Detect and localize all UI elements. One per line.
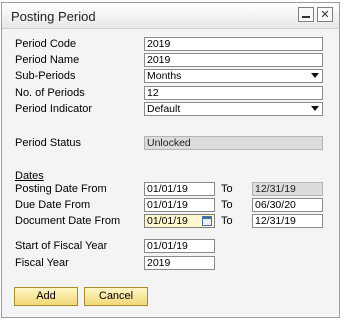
posting-to-label: To bbox=[221, 183, 233, 195]
sub-periods-label: Sub-Periods bbox=[15, 70, 76, 82]
window-title: Posting Period bbox=[11, 9, 96, 24]
period-indicator-label: Period Indicator bbox=[15, 103, 93, 115]
document-to-label: To bbox=[221, 215, 233, 227]
document-date-label: Document Date From bbox=[15, 215, 121, 227]
start-fiscal-year-field[interactable]: 01/01/19 bbox=[144, 239, 215, 253]
fiscal-year-label: Fiscal Year bbox=[15, 257, 69, 269]
period-status-label: Period Status bbox=[15, 137, 82, 149]
period-indicator-dropdown[interactable]: Default bbox=[144, 102, 323, 116]
document-date-from-field[interactable]: 01/01/19 bbox=[144, 214, 215, 228]
minimize-icon bbox=[302, 16, 310, 18]
document-date-from-value: 01/01/19 bbox=[147, 215, 188, 227]
start-fiscal-year-label: Start of Fiscal Year bbox=[15, 240, 108, 252]
add-button[interactable]: Add bbox=[14, 287, 78, 306]
sub-periods-value: Months bbox=[147, 70, 182, 82]
chevron-down-icon bbox=[311, 73, 319, 78]
dates-heading: Dates bbox=[15, 170, 44, 182]
no-of-periods-field[interactable]: 12 bbox=[144, 86, 323, 100]
due-date-to-field[interactable]: 06/30/20 bbox=[252, 198, 323, 212]
sub-periods-dropdown[interactable]: Months bbox=[144, 69, 323, 83]
calendar-icon[interactable] bbox=[202, 216, 212, 226]
period-name-field[interactable]: 2019 bbox=[144, 53, 323, 67]
no-of-periods-label: No. of Periods bbox=[15, 87, 85, 99]
close-button[interactable]: ✕ bbox=[317, 7, 333, 22]
document-date-to-field[interactable]: 12/31/19 bbox=[252, 214, 323, 228]
posting-period-window: Posting Period ✕ Period Code 2019 Period… bbox=[1, 2, 340, 318]
title-bar: Posting Period ✕ bbox=[2, 3, 339, 29]
due-date-from-field[interactable]: 01/01/19 bbox=[144, 198, 215, 212]
posting-date-from-field[interactable]: 01/01/19 bbox=[144, 182, 215, 196]
period-name-label: Period Name bbox=[15, 54, 80, 66]
period-code-field[interactable]: 2019 bbox=[144, 37, 323, 51]
cancel-button[interactable]: Cancel bbox=[84, 287, 148, 306]
period-status-field: Unlocked bbox=[144, 136, 323, 150]
due-to-label: To bbox=[221, 199, 233, 211]
posting-date-label: Posting Date From bbox=[15, 183, 107, 195]
chevron-down-icon bbox=[311, 106, 319, 111]
period-indicator-value: Default bbox=[147, 103, 181, 115]
close-icon: ✕ bbox=[320, 8, 330, 21]
posting-date-to-field: 12/31/19 bbox=[252, 182, 323, 196]
fiscal-year-field[interactable]: 2019 bbox=[144, 256, 215, 270]
period-code-label: Period Code bbox=[15, 38, 77, 50]
due-date-label: Due Date From bbox=[15, 199, 91, 211]
minimize-button[interactable] bbox=[298, 7, 314, 22]
